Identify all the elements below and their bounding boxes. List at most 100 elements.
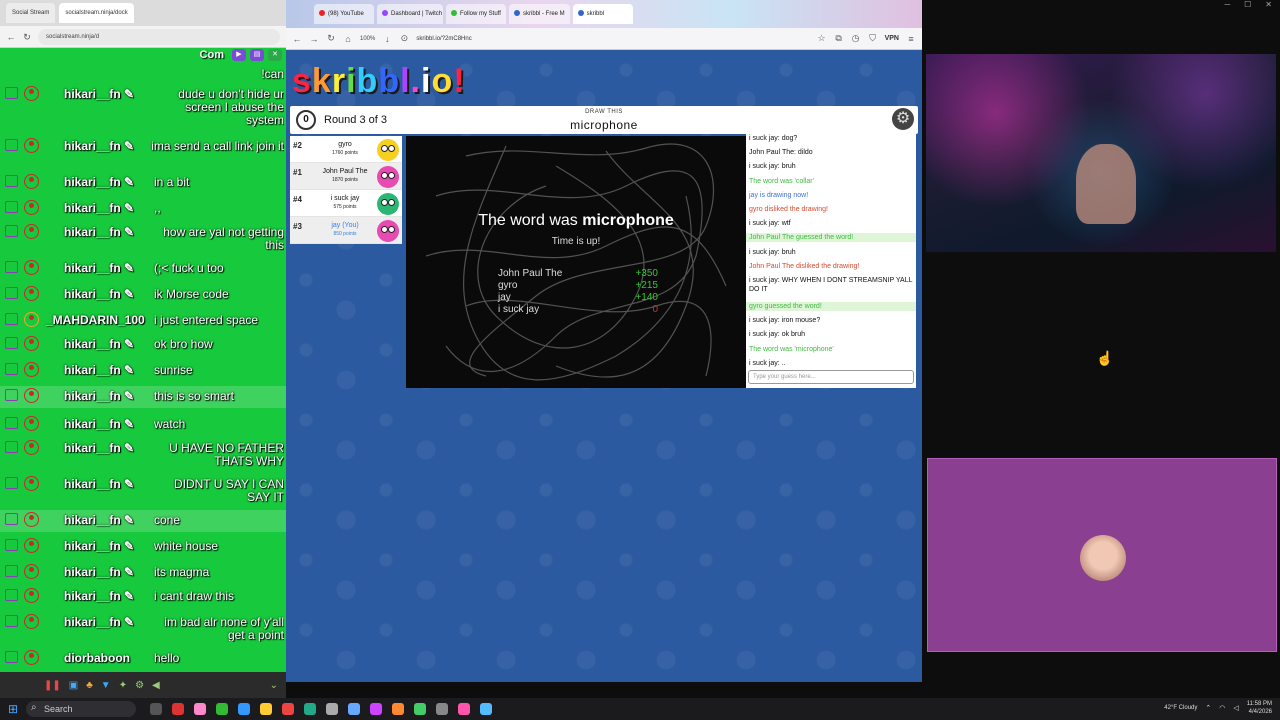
browser-tab-active[interactable]: skribbl [572,4,633,24]
taskbar-app-icon[interactable] [370,703,382,715]
history-icon[interactable]: ◷ [851,33,861,44]
taskbar-app-icon[interactable] [172,703,184,715]
pause-icon[interactable]: ❚❚ [44,680,61,691]
bookmark-star-icon[interactable]: ☆ [817,33,827,44]
taskbar-app-icon[interactable] [458,703,470,715]
taskbar-app-icon[interactable] [194,703,206,715]
play-icon[interactable]: ▶ [232,49,246,61]
player-row[interactable]: #3 jay (You) 850 points [290,217,402,244]
chat-username[interactable]: diorbaboon [64,651,130,665]
chat-username[interactable]: _MAHDARIN_100 [46,313,145,327]
chat-message-text: in a bit [154,175,190,189]
chat-username[interactable]: hikari__fn ✎ [64,539,134,553]
taskbar-app-icon[interactable] [414,703,426,715]
back-icon[interactable]: ← [292,34,302,44]
volume-icon[interactable]: ◀ [152,680,160,691]
chat-message-text: sunrise [154,363,193,377]
chat-username[interactable]: hikari__fn ✎ [64,441,134,455]
taskbar-app-icon[interactable] [282,703,294,715]
shield-icon[interactable]: ⛉ [868,33,878,44]
chat-username[interactable]: hikari__fn ✎ [64,139,134,153]
volume-icon[interactable]: ◁ [1233,704,1238,712]
chat-username[interactable]: hikari__fn ✎ [64,175,134,189]
vpn-button[interactable]: VPN [885,35,899,42]
player-row[interactable]: #2 gyro 1760 points [290,136,402,163]
chat-tab-active[interactable]: socialstream.ninja/dock [59,3,134,23]
chat-username[interactable]: hikari__fn ✎ [64,615,134,629]
maximize-icon[interactable]: ☐ [1244,0,1251,14]
time-up-label: Time is up! [551,236,601,247]
chat-username[interactable]: hikari__fn ✎ [64,261,134,275]
guest-face [1080,535,1126,581]
chat-username[interactable]: hikari__fn ✎ [64,363,134,377]
home-icon[interactable]: ⌂ [343,34,353,44]
chat-username[interactable]: hikari__fn ✎ [64,389,134,403]
refresh-icon[interactable]: ↻ [326,33,336,44]
chat-username[interactable]: hikari__fn ✎ [64,201,134,215]
taskbar-app-icon[interactable] [216,703,228,715]
settings-gear-icon[interactable]: ⚙ [892,108,914,130]
download-icon[interactable]: ↓ [382,34,392,44]
taskbar-app-icon[interactable] [304,703,316,715]
chat-username[interactable]: hikari__fn ✎ [64,589,134,603]
taskbar-search[interactable]: Search [26,700,136,717]
zoom-level[interactable]: 100% [360,36,375,42]
minimize-icon[interactable]: ─ [1224,0,1230,14]
chevron-down-icon[interactable]: ⌄ [270,680,278,691]
player-avatar-icon [377,193,399,215]
gear-icon[interactable]: ⚙ [135,680,144,691]
chat-username[interactable]: hikari__fn ✎ [64,225,134,239]
browser-url-field[interactable]: skribbl.io/?2mC8Hnc [416,32,566,46]
wifi-icon[interactable]: ◠ [1219,704,1225,712]
chevron-up-icon[interactable]: ⌃ [1205,704,1211,712]
chat-username[interactable]: hikari__fn ✎ [64,87,134,101]
chat-bubble-icon[interactable]: ▣ [69,680,78,691]
extension-icon[interactable]: ⧉ [834,33,844,44]
chat-tab[interactable]: Social Stream [6,3,56,23]
taskbar-app-icon[interactable] [480,703,492,715]
chat-message-text: ik Morse code [154,287,229,301]
chat-username[interactable]: hikari__fn ✎ [64,513,134,527]
taskbar-app-icon[interactable] [436,703,448,715]
taskbar-clock[interactable]: 11:58 PM 4/4/2026 [1247,700,1272,716]
browser-tab[interactable]: skribbl - Free M [509,4,570,24]
weather-widget[interactable]: 42°F Cloudy [1164,705,1197,712]
menu-icon[interactable]: ≡ [906,34,916,44]
player-rank: #4 [293,195,302,204]
close-icon[interactable]: ✕ [1265,0,1272,14]
browser-tab[interactable]: Dashboard | Twitch [377,4,443,24]
taskbar-app-icon[interactable] [238,703,250,715]
windows-start-icon[interactable]: ⊞ [0,702,26,716]
chat-username[interactable]: hikari__fn ✎ [64,287,134,301]
drawing-canvas[interactable]: The word was microphone Time is up! John… [406,136,746,388]
stream-chat-panel: Social Stream socialstream.ninja/dock ← … [0,0,286,698]
taskbar-app-icon[interactable] [392,703,404,715]
back-icon[interactable]: ← [6,32,16,42]
chat-username[interactable]: hikari__fn ✎ [64,417,134,431]
chat-username[interactable]: hikari__fn ✎ [64,477,134,491]
close-icon[interactable]: ✕ [268,49,282,61]
twitch-icon [5,287,18,299]
bell-icon[interactable]: ♣ [86,680,93,691]
chat-url-field[interactable]: socialstream.ninja/d [38,29,280,45]
result-row: i suck jay 0 [498,304,658,316]
chat-username[interactable]: hikari__fn ✎ [64,337,134,351]
taskbar-app-icon[interactable] [348,703,360,715]
player-row[interactable]: #4 i suck jay 575 points [290,190,402,217]
guess-input[interactable]: Type your guess here... [748,370,914,384]
taskbar-app-icon[interactable] [260,703,272,715]
skribbl-logo: skribbl.io! [292,62,466,100]
chat-username[interactable]: hikari__fn ✎ [64,565,134,579]
game-chat-message: John Paul The guessed the word! [746,233,916,243]
filter-icon[interactable]: ▼ [101,680,111,691]
taskbar-app-icon[interactable] [150,703,162,715]
refresh-icon[interactable]: ↻ [22,32,32,43]
chat-icon[interactable]: ▤ [250,49,264,61]
result-row: jay +140 [498,292,658,304]
taskbar-app-icon[interactable] [326,703,338,715]
forward-icon[interactable]: → [309,34,319,44]
player-row[interactable]: #1 John Paul The 1870 points [290,163,402,190]
browser-tab[interactable]: (98) YouTube [314,4,374,24]
browser-tab[interactable]: Follow my Stuff [446,4,506,24]
star-icon[interactable]: ✦ [119,680,127,691]
